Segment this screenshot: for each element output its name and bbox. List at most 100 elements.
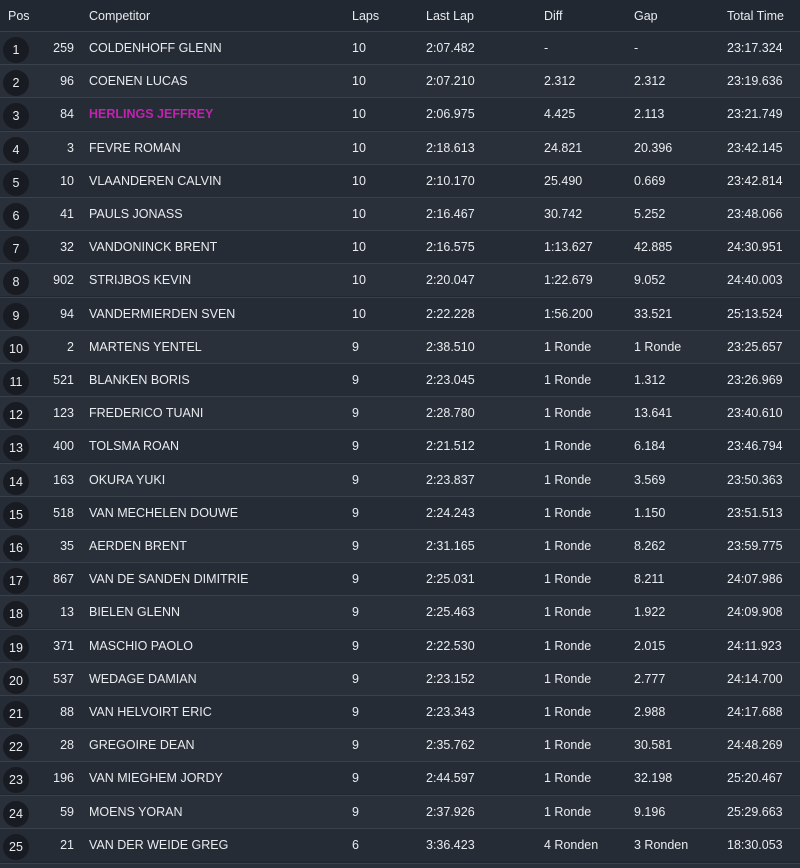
diff-value: - bbox=[544, 41, 549, 55]
competitor-name[interactable]: VANDONINCK BRENT bbox=[89, 231, 217, 263]
table-row[interactable]: 5 10 VLAANDEREN CALVIN 10 2:10.170 25.490 0.66… bbox=[0, 163, 800, 197]
table-row[interactable]: 12 123 FREDERICO TUANI 9 2:28.780 1 Ronde 13.6… bbox=[0, 396, 800, 430]
laps-count: 9 bbox=[352, 771, 359, 786]
competitor-name[interactable]: VANDERMIERDEN SVEN bbox=[89, 298, 235, 330]
table-row[interactable]: 20 537 WEDAGE DAMIAN 9 2:23.152 1 Ronde 2.777 2… bbox=[0, 661, 800, 695]
laps-count: 10 bbox=[352, 140, 366, 155]
competitor-name[interactable]: AERDEN BRENT bbox=[89, 530, 187, 562]
competitor-name[interactable]: STRIJBOS KEVIN bbox=[89, 264, 191, 296]
table-row[interactable]: 18 13 BIELEN GLENN 9 2:25.463 1 Ronde 1.922 24:… bbox=[0, 595, 800, 629]
competitor-name[interactable]: MOENS YORAN bbox=[89, 796, 183, 828]
total-time: 23:51.513 bbox=[727, 505, 783, 520]
header-gap[interactable]: Gap bbox=[634, 0, 658, 31]
competitor-name[interactable]: VAN MIEGHEM JORDY bbox=[89, 762, 223, 794]
competitor-name[interactable]: WEDAGE DAMIAN bbox=[89, 663, 197, 695]
competitor-name[interactable]: COLDENHOFF GLENN bbox=[89, 32, 222, 64]
total-time: 23:19.636 bbox=[727, 74, 783, 89]
position-badge: 9 bbox=[3, 302, 29, 329]
table-row[interactable]: 24 59 MOENS YORAN 9 2:37.926 1 Ronde 9.196 25:2… bbox=[0, 794, 800, 828]
table-row[interactable]: 6 41 PAULS JONASS 10 2:16.467 30.742 5.252 23:4… bbox=[0, 197, 800, 230]
total-time: 23:42.814 bbox=[727, 173, 783, 188]
last-lap-time: 2:23.045 bbox=[426, 373, 475, 387]
header-competitor[interactable]: Competitor bbox=[89, 0, 150, 31]
total-time: 23:17.324 bbox=[727, 41, 783, 55]
rider-number: 518 bbox=[53, 505, 74, 520]
rider-number: 163 bbox=[53, 472, 74, 487]
gap-value: 3 Ronden bbox=[634, 837, 689, 852]
rider-number: 35 bbox=[60, 539, 74, 553]
competitor-name[interactable]: GREGOIRE DEAN bbox=[89, 729, 195, 761]
competitor-name[interactable]: FREDERICO TUANI bbox=[89, 397, 203, 429]
diff-value: 1 Ronde bbox=[544, 406, 592, 421]
competitor-name[interactable]: TOLSMA ROAN bbox=[89, 430, 179, 462]
competitor-name[interactable]: VAN DE SANDEN DIMITRIE bbox=[89, 563, 249, 595]
header-laps[interactable]: Laps bbox=[352, 0, 379, 31]
total-time: 23:26.969 bbox=[727, 373, 783, 387]
last-lap-time: 2:22.530 bbox=[426, 638, 475, 653]
header-last-lap[interactable]: Last Lap bbox=[426, 0, 474, 31]
header-diff[interactable]: Diff bbox=[544, 0, 563, 31]
gap-value: - bbox=[634, 41, 639, 55]
competitor-name[interactable]: PAULS JONASS bbox=[89, 198, 183, 230]
laps-count: 9 bbox=[352, 505, 359, 520]
table-row[interactable]: 8 902 STRIJBOS KEVIN 10 2:20.047 1:22.679 9.05… bbox=[0, 263, 800, 297]
table-row[interactable]: 2 96 COENEN LUCAS 10 2:07.210 2.312 2.312 23:19… bbox=[0, 64, 800, 98]
table-row[interactable]: 15 518 VAN MECHELEN DOUWE 9 2:24.243 1 Ronde 1… bbox=[0, 495, 800, 529]
competitor-name[interactable]: MASCHIO PAOLO bbox=[89, 630, 193, 662]
table-row[interactable]: 11 521 BLANKEN BORIS 9 2:23.045 1 Ronde 1.312 2… bbox=[0, 363, 800, 396]
rider-number: 867 bbox=[53, 572, 74, 587]
gap-value: 2.015 bbox=[634, 638, 666, 653]
header-total-time[interactable]: Total Time bbox=[727, 0, 784, 31]
table-row[interactable]: 9 94 VANDERMIERDEN SVEN 10 2:22.228 1:56.200 3… bbox=[0, 296, 800, 330]
rider-number: 902 bbox=[53, 273, 74, 288]
laps-count: 10 bbox=[352, 207, 366, 221]
competitor-name[interactable]: VAN DER WEIDE GREG bbox=[89, 829, 228, 861]
competitor-name[interactable]: VAN HELVOIRT ERIC bbox=[89, 696, 212, 728]
diff-value: 1 Ronde bbox=[544, 572, 592, 587]
table-row[interactable]: 14 163 OKURA YUKI 9 2:23.837 1 Ronde 3.569 23:5… bbox=[0, 462, 800, 496]
total-time: 24:11.923 bbox=[727, 638, 782, 653]
position-badge: 17 bbox=[3, 568, 29, 595]
table-row[interactable]: 21 88 VAN HELVOIRT ERIC 9 2:23.343 1 Ronde 2.9… bbox=[0, 695, 800, 728]
competitor-name[interactable]: MARTENS YENTEL bbox=[89, 331, 202, 363]
diff-value: 30.742 bbox=[544, 207, 583, 221]
competitor-name[interactable]: BIELEN GLENN bbox=[89, 596, 180, 628]
table-row[interactable]: 4 3 FEVRE ROMAN 10 2:18.613 24.821 20.396 23:42… bbox=[0, 130, 800, 164]
table-row[interactable]: 23 196 VAN MIEGHEM JORDY 9 2:44.597 1 Ronde 32… bbox=[0, 761, 800, 795]
competitor-name[interactable]: BLANKEN BORIS bbox=[89, 364, 190, 396]
table-row[interactable]: 13 400 TOLSMA ROAN 9 2:21.512 1 Ronde 6.184 23:… bbox=[0, 429, 800, 463]
table-row[interactable]: 7 32 VANDONINCK BRENT 10 2:16.575 1:13.627 42.… bbox=[0, 230, 800, 264]
position-badge: 22 bbox=[3, 734, 29, 761]
table-footer-bar bbox=[0, 863, 800, 868]
table-row[interactable]: 1 259 COLDENHOFF GLENN 10 2:07.482 - - 23:17.32… bbox=[0, 31, 800, 64]
competitor-name[interactable]: COENEN LUCAS bbox=[89, 65, 188, 97]
competitor-name[interactable]: VAN MECHELEN DOUWE bbox=[89, 497, 238, 529]
competitor-name[interactable]: VLAANDEREN CALVIN bbox=[89, 165, 221, 197]
table-row[interactable]: 19 371 MASCHIO PAOLO 9 2:22.530 1 Ronde 2.015 2… bbox=[0, 628, 800, 662]
table-row[interactable]: 3 84 HERLINGS JEFFREY 10 2:06.975 4.425 2.113 2… bbox=[0, 97, 800, 131]
total-time: 23:25.657 bbox=[727, 339, 783, 354]
table-row[interactable]: 25 21 VAN DER WEIDE GREG 6 3:36.423 4 Ronden 3… bbox=[0, 827, 800, 861]
rider-number: 521 bbox=[53, 373, 74, 387]
table-row[interactable]: 10 2 MARTENS YENTEL 9 2:38.510 1 Ronde 1 Ronde… bbox=[0, 329, 800, 363]
header-pos[interactable]: Pos bbox=[8, 0, 30, 31]
table-row[interactable]: 16 35 AERDEN BRENT 9 2:31.165 1 Ronde 8.262 23:… bbox=[0, 529, 800, 562]
last-lap-time: 2:37.926 bbox=[426, 804, 475, 819]
table-row[interactable]: 17 867 VAN DE SANDEN DIMITRIE 9 2:25.031 1 Ro… bbox=[0, 562, 800, 596]
diff-value: 24.821 bbox=[544, 140, 583, 155]
position-badge: 23 bbox=[3, 767, 29, 794]
diff-value: 1 Ronde bbox=[544, 738, 592, 753]
position-badge: 4 bbox=[3, 136, 29, 163]
position-badge: 1 bbox=[3, 37, 29, 63]
competitor-name[interactable]: FEVRE ROMAN bbox=[89, 132, 181, 164]
table-row[interactable]: 22 28 GREGOIRE DEAN 9 2:35.762 1 Ronde 30.581 2… bbox=[0, 728, 800, 762]
laps-count: 9 bbox=[352, 738, 359, 753]
gap-value: 0.669 bbox=[634, 173, 666, 188]
total-time: 18:30.053 bbox=[727, 837, 783, 852]
competitor-name[interactable]: HERLINGS JEFFREY bbox=[89, 98, 213, 130]
total-time: 25:20.467 bbox=[727, 771, 783, 786]
position-badge: 10 bbox=[3, 335, 29, 362]
laps-count: 9 bbox=[352, 373, 359, 387]
competitor-name[interactable]: OKURA YUKI bbox=[89, 464, 165, 496]
table-header: Pos Competitor Laps Last Lap Diff Gap To… bbox=[0, 0, 800, 31]
